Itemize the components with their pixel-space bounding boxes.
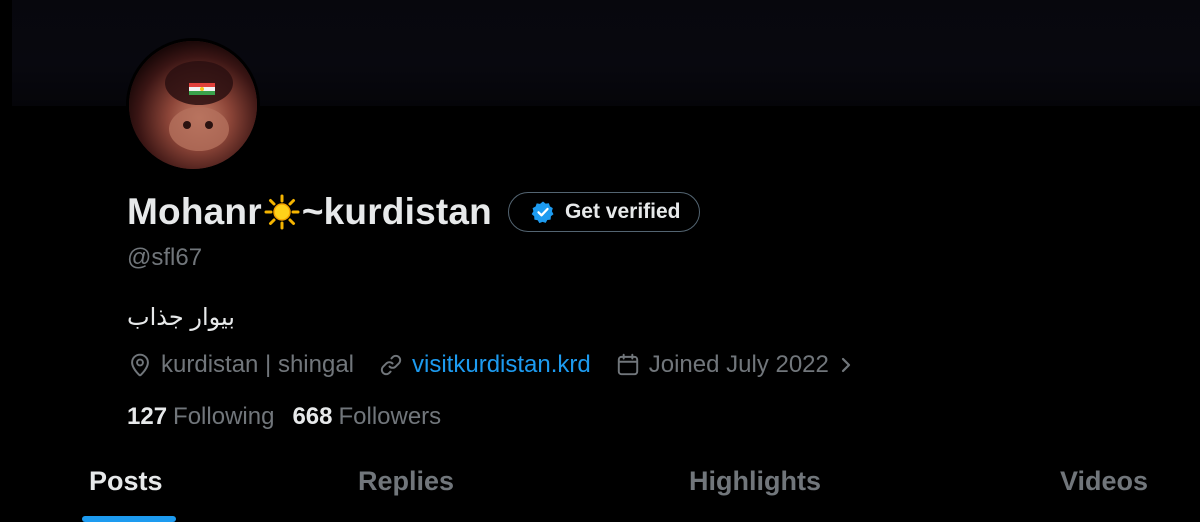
profile-meta: kurdistan | shingal visitkurdistan.krd J…: [127, 346, 879, 384]
display-name: Mohanr ~kurdistan: [127, 191, 492, 233]
follow-stats: 127 Following 668 Followers: [127, 400, 459, 434]
user-handle: @sfl67: [127, 244, 203, 271]
following-count: 127: [127, 403, 168, 430]
joined-text: Joined July 2022: [648, 351, 829, 378]
website-link[interactable]: visitkurdistan.krd: [412, 351, 591, 379]
get-verified-label: Get verified: [564, 200, 681, 223]
active-tab-indicator: [82, 516, 176, 522]
website-item[interactable]: visitkurdistan.krd: [378, 351, 591, 379]
location-pin-icon: [131, 353, 149, 377]
tab-videos[interactable]: Videos: [1060, 466, 1148, 497]
followers-count: 668: [292, 403, 333, 430]
following-stat[interactable]: 127 Following: [127, 403, 274, 431]
sun-emoji-icon: [264, 194, 300, 230]
followers-label: Followers: [338, 403, 442, 430]
link-icon: [380, 354, 402, 376]
profile-tabs: Posts Replies Highlights Videos: [0, 448, 1200, 522]
tab-replies[interactable]: Replies: [358, 466, 454, 497]
chevron-right-icon: [841, 357, 850, 373]
profile-bio: بيوار جذاب: [127, 304, 235, 331]
location-item: kurdistan | shingal: [127, 351, 354, 379]
location-text: kurdistan | shingal: [161, 351, 355, 378]
following-label: Following: [173, 403, 275, 430]
joined-item[interactable]: Joined July 2022: [615, 351, 855, 379]
profile-page: Mohanr ~kurdistan Get verified @sfl67 بي…: [0, 0, 1200, 522]
verified-badge-icon: [531, 201, 554, 224]
avatar[interactable]: [126, 38, 260, 172]
tab-highlights[interactable]: Highlights: [689, 466, 821, 497]
display-name-suffix: ~kurdistan: [301, 191, 492, 232]
tab-posts[interactable]: Posts: [89, 466, 163, 497]
avatar-image: [129, 41, 257, 169]
display-name-prefix: Mohanr: [127, 191, 262, 232]
display-name-row: Mohanr ~kurdistan Get verified: [127, 188, 700, 236]
calendar-icon: [617, 353, 638, 376]
followers-stat[interactable]: 668 Followers: [292, 403, 441, 431]
get-verified-button[interactable]: Get verified: [507, 192, 700, 232]
